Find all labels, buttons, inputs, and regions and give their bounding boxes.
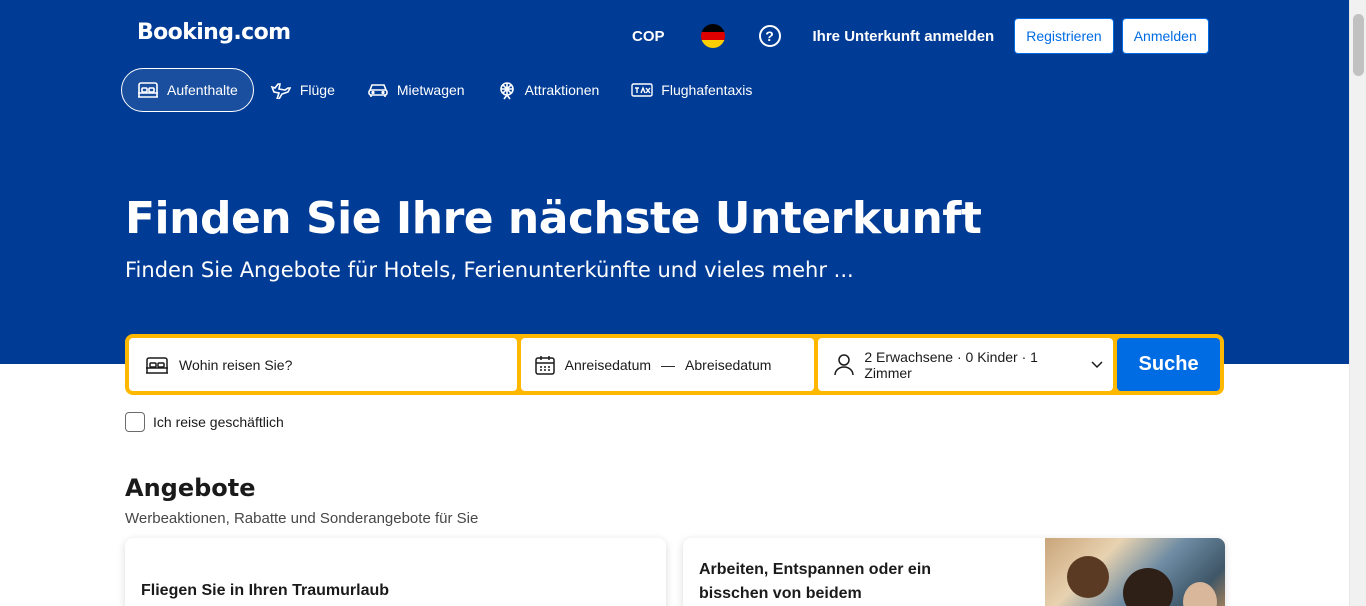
destination-field[interactable]: Wohin reisen Sie?	[129, 338, 517, 391]
nav-label-flights: Flüge	[299, 82, 335, 98]
attractions-icon	[499, 82, 514, 100]
occupancy-summary: 2 Erwachsene · 0 Kinder · 1 Zimmer	[864, 348, 1038, 381]
business-trip-option[interactable]: Ich reise geschäftlich	[125, 412, 284, 432]
nav-label-car-rental: Mietwagen	[396, 82, 465, 98]
date-separator: —	[661, 356, 676, 373]
offer-card-title: Arbeiten, Entspannen oder ein bisschen v…	[699, 561, 932, 602]
page-scrollbar[interactable]	[1349, 0, 1366, 606]
list-property-link[interactable]: Ihre Unterkunft anmelden	[813, 28, 995, 45]
chevron-down-icon	[1091, 360, 1103, 368]
search-button[interactable]: Suche	[1117, 338, 1221, 391]
plane-icon	[270, 83, 292, 99]
nav-item-stays[interactable]: Aufenthalte	[121, 68, 254, 112]
search-bar: Wohin reisen Sie? Anreisedatum — Abreise…	[125, 334, 1224, 395]
offer-card-work-relax[interactable]: Arbeiten, Entspannen oder ein bisschen v…	[683, 538, 1225, 606]
checkin-date[interactable]: Anreisedatum	[565, 357, 651, 373]
offer-card-title: Fliegen Sie in Ihren Traumurlaub	[141, 582, 390, 599]
bed-icon	[146, 356, 168, 374]
product-nav: Aufenthalte Flüge Mietwagen Attraktionen	[121, 68, 768, 112]
currency-selector[interactable]: COP	[632, 28, 665, 45]
nav-item-flights[interactable]: Flüge	[254, 68, 351, 112]
bed-icon	[138, 82, 158, 98]
booking-logo[interactable]: Booking.com	[137, 20, 291, 45]
destination-input[interactable]: Wohin reisen Sie?	[179, 357, 292, 373]
nav-item-attractions[interactable]: Attraktionen	[481, 68, 616, 112]
taxi-icon	[631, 83, 653, 97]
nav-label-attractions: Attraktionen	[524, 82, 600, 98]
nav-item-car-rental[interactable]: Mietwagen	[351, 68, 481, 112]
date-range-field[interactable]: Anreisedatum — Abreisedatum	[520, 338, 815, 391]
checkout-date[interactable]: Abreisedatum	[685, 357, 771, 373]
offer-card-flights[interactable]: Fliegen Sie in Ihren Traumurlaub	[125, 538, 666, 606]
hero-banner	[0, 0, 1349, 364]
help-icon[interactable]: ?	[758, 25, 781, 47]
person-icon	[834, 353, 855, 375]
language-flag-icon[interactable]	[700, 24, 725, 48]
car-icon	[368, 84, 388, 97]
business-trip-checkbox[interactable]	[125, 412, 145, 432]
offer-card-image	[1045, 538, 1225, 606]
nav-item-airport-taxis[interactable]: Flughafentaxis	[615, 68, 768, 112]
nav-label-stays: Aufenthalte	[167, 82, 238, 98]
nav-label-airport-taxis: Flughafentaxis	[661, 82, 753, 98]
calendar-icon	[534, 355, 555, 375]
hero-subtitle: Finden Sie Angebote für Hotels, Ferienun…	[125, 258, 854, 282]
offers-title: Angebote	[125, 474, 256, 502]
login-button[interactable]: Anmelden	[1121, 18, 1209, 54]
occupancy-field[interactable]: 2 Erwachsene · 0 Kinder · 1 Zimmer	[818, 338, 1114, 391]
business-trip-label: Ich reise geschäftlich	[153, 414, 284, 430]
header-actions: COP ? Ihre Unterkunft anmelden Registrie…	[630, 18, 1209, 54]
register-button[interactable]: Registrieren	[1014, 18, 1114, 54]
offers-subtitle: Werbeaktionen, Rabatte und Sonderangebot…	[125, 510, 479, 527]
hero-title: Finden Sie Ihre nächste Unterkunft	[125, 193, 982, 244]
scrollbar-thumb[interactable]	[1353, 14, 1364, 76]
